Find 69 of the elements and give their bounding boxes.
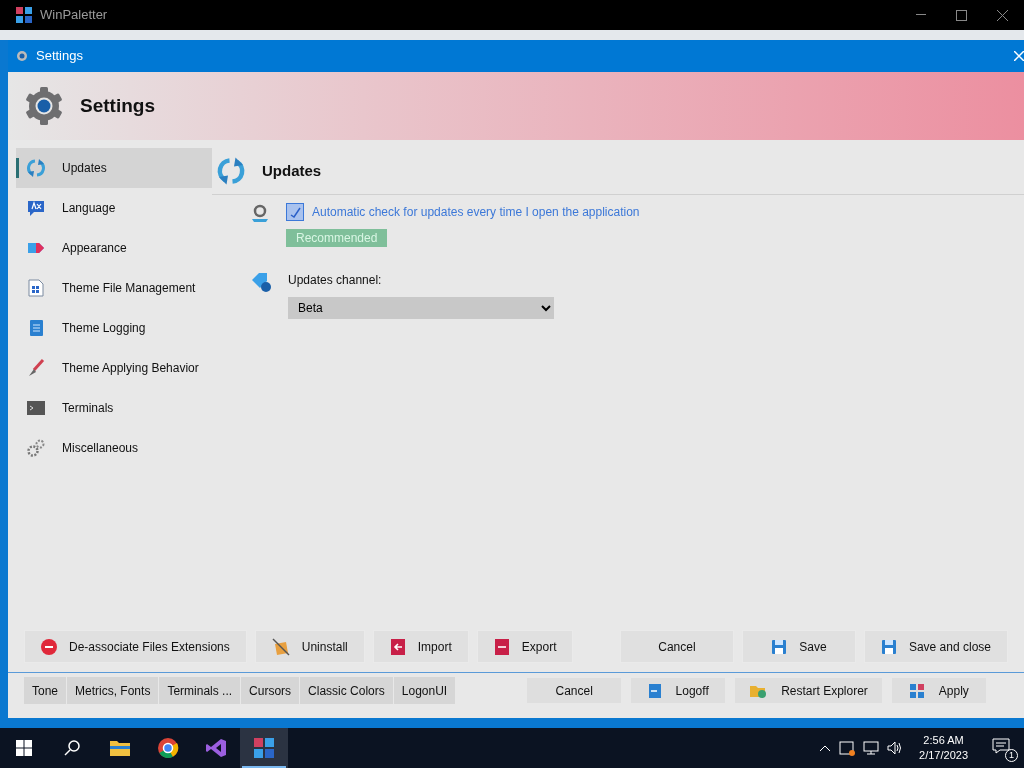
tab[interactable]: Classic Colors (300, 677, 394, 704)
channel-dropdown[interactable]: Beta (288, 297, 554, 319)
sidebar-item[interactable]: Theme File Management (16, 268, 212, 308)
palette-tiles-icon (253, 737, 275, 759)
import-icon (389, 637, 406, 656)
action-button[interactable]: Save and close (863, 630, 1008, 663)
windows-icon (16, 740, 32, 756)
tray-app-icon[interactable] (839, 740, 856, 756)
tab[interactable]: Metrics, Fonts (67, 677, 160, 704)
sidebar-item[interactable]: Terminals (16, 388, 212, 428)
sidebar-item[interactable]: Appearance (16, 228, 212, 268)
maximize-icon[interactable] (956, 9, 967, 21)
sidebar-item[interactable]: Miscellaneous (16, 428, 212, 468)
sync-arrows-icon (216, 156, 246, 186)
export-icon (493, 637, 510, 656)
action-button[interactable]: Import (372, 630, 469, 663)
notification-count: 1 (1005, 749, 1018, 762)
minimize-icon[interactable] (916, 14, 926, 16)
windows-tiles-icon (908, 682, 925, 699)
sidebar-item[interactable]: Theme Logging (16, 308, 212, 348)
document-icon (28, 279, 44, 297)
dialog-title: Settings (36, 47, 83, 66)
close-icon[interactable] (997, 9, 1008, 21)
action-button[interactable]: De-associate Files Extensions (24, 630, 247, 663)
tab[interactable]: Tone (24, 677, 68, 704)
search-icon (64, 740, 80, 756)
settings-icon (24, 86, 64, 126)
folder-icon (109, 739, 131, 757)
sidebar-item[interactable]: Theme Applying Behavior (16, 348, 212, 388)
network-icon[interactable] (863, 741, 880, 755)
action-button[interactable]: Uninstall (254, 630, 365, 663)
brush-icon (27, 359, 45, 377)
round-browser-icon (157, 737, 179, 759)
box-strike-icon (271, 637, 290, 656)
channel-label: Updates channel: (288, 272, 383, 289)
gears-icon (27, 439, 45, 457)
speaker-icon[interactable] (887, 741, 904, 755)
tag-clock-icon (250, 271, 272, 293)
sidebar-item[interactable]: Language (16, 188, 212, 228)
clock[interactable]: 2:56 AM 2/17/2023 (911, 733, 976, 763)
action-button[interactable]: Apply (890, 677, 987, 704)
notebook-icon (28, 319, 44, 337)
chevron-up-icon[interactable] (819, 744, 832, 752)
header-title: Settings (80, 93, 155, 118)
action-button[interactable]: Restart Explorer (734, 677, 883, 704)
action-button[interactable]: Cancel (526, 677, 623, 704)
clock-date: 2/17/2023 (919, 748, 968, 763)
translate-icon (27, 199, 45, 217)
logoff-icon (647, 682, 662, 699)
recommended-tag: Recommended (286, 229, 388, 247)
check-icon (289, 206, 301, 218)
remove-icon (41, 638, 57, 655)
sidebar-item[interactable]: Updates (16, 148, 212, 188)
sync-arrows-icon (26, 158, 46, 178)
app-logo-icon (16, 7, 32, 23)
action-button[interactable]: Save (741, 630, 856, 663)
action-button[interactable]: Logoff (630, 677, 727, 704)
section-title: Updates (262, 160, 322, 181)
tab[interactable]: Cursors (241, 677, 301, 704)
action-button[interactable]: Export (476, 630, 574, 663)
notification-icon[interactable] (992, 737, 1010, 754)
terminal-icon (27, 401, 45, 415)
action-button[interactable]: Cancel (619, 630, 734, 663)
app-title: WinPaletter (40, 6, 108, 25)
gear-icon (16, 50, 28, 62)
clock-time: 2:56 AM (922, 733, 965, 748)
tab[interactable]: Terminals ... (159, 677, 242, 704)
tab[interactable]: LogonUI (393, 677, 457, 704)
taskbar-app[interactable] (240, 728, 288, 768)
